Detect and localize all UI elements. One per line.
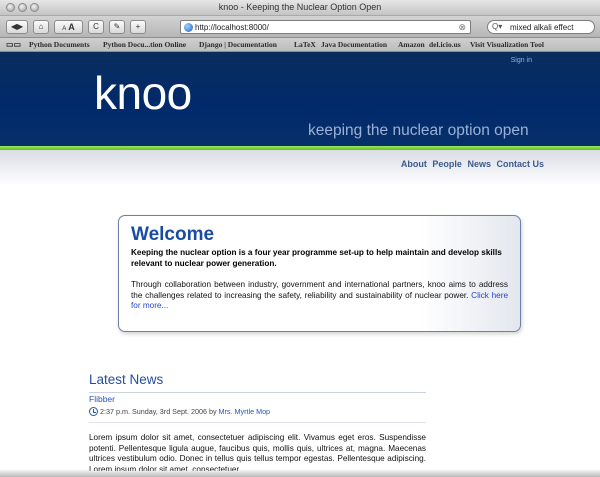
smaller-text-icon[interactable]: A <box>62 26 66 32</box>
nav-people[interactable]: People <box>432 159 462 169</box>
reload-button[interactable]: C <box>88 20 104 34</box>
home-icon: ⌂ <box>38 22 44 31</box>
back-forward-buttons[interactable]: ◀▶ <box>6 20 28 34</box>
welcome-body: Through collaboration between industry, … <box>131 280 508 312</box>
site-tagline: keeping the nuclear option open <box>308 122 529 139</box>
book-icon[interactable]: ▭▭ <box>6 40 21 49</box>
url-input[interactable] <box>195 21 455 33</box>
bookmark-item[interactable]: del.icio.us <box>429 40 461 49</box>
news-body: Lorem ipsum dolor sit amet, consectetuer… <box>89 433 426 471</box>
news-author-link[interactable]: Mrs. Myrtle Mop <box>219 407 271 416</box>
search-icon[interactable]: Q▾ <box>492 22 502 31</box>
welcome-heading: Welcome <box>131 224 215 245</box>
globe-icon <box>184 23 193 32</box>
reload-icon: C <box>93 22 99 31</box>
window-bottom-edge <box>0 469 600 477</box>
bookmark-item[interactable]: LaTeX <box>294 40 316 49</box>
welcome-body-text: Through collaboration between industry, … <box>131 280 508 300</box>
site-header: Sign in knoo keeping the nuclear option … <box>0 52 600 146</box>
welcome-lead: Keeping the nuclear option is a four yea… <box>131 248 502 268</box>
text-size-buttons[interactable]: A A <box>54 20 83 34</box>
news-divider <box>89 392 426 393</box>
address-bar[interactable]: ⊗ <box>180 20 471 34</box>
search-input[interactable] <box>510 21 594 33</box>
edit-button[interactable]: ✎ <box>109 20 125 34</box>
stop-icon[interactable]: ⊗ <box>458 22 466 33</box>
news-time: 2:37 p.m. Sunday, 3rd Sept. 2006 by <box>100 407 217 416</box>
bookmark-item[interactable]: Java Documentation <box>321 40 387 49</box>
forward-icon[interactable]: ▶ <box>17 22 23 31</box>
bookmark-item[interactable]: Visit Visualization Tool <box>470 40 544 49</box>
latest-news-heading: Latest News <box>89 372 164 387</box>
bookmark-item[interactable]: Python Docu...tion Online <box>103 40 186 49</box>
plus-icon: + <box>135 22 141 31</box>
bookmarks-bar: ▭▭ Python Documents Python Docu...tion O… <box>0 38 600 52</box>
window-title: knoo - Keeping the Nuclear Option Open <box>218 2 382 12</box>
site-logo[interactable]: knoo <box>94 70 192 116</box>
bookmark-item[interactable]: Django | Documentation <box>199 40 277 49</box>
news-item-title[interactable]: Flibber <box>89 394 115 404</box>
clock-icon <box>89 407 98 416</box>
bookmark-item[interactable]: Amazon <box>398 40 425 49</box>
home-button[interactable]: ⌂ <box>33 20 49 34</box>
nav-contact-us[interactable]: Contact Us <box>496 159 544 169</box>
news-meta: 2:37 p.m. Sunday, 3rd Sept. 2006 by Mrs.… <box>89 407 270 416</box>
bookmark-item[interactable]: Python Documents <box>29 40 90 49</box>
search-box[interactable]: Q▾ <box>487 20 595 34</box>
window-titlebar: knoo - Keeping the Nuclear Option Open <box>0 0 600 16</box>
nav-about[interactable]: About <box>401 159 427 169</box>
add-bookmark-button[interactable]: + <box>130 20 146 34</box>
pencil-icon: ✎ <box>113 22 121 31</box>
browser-toolbar: ◀▶ ⌂ A A C ✎ + ⊗ Q▾ <box>0 16 600 38</box>
nav-band: About People News Contact Us <box>0 150 600 186</box>
welcome-panel: Welcome Keeping the nuclear option is a … <box>118 215 521 332</box>
main-nav: About People News Contact Us <box>398 159 544 169</box>
news-item-divider <box>89 422 426 423</box>
sign-in-link[interactable]: Sign in <box>511 57 532 64</box>
larger-text-icon[interactable]: A <box>68 22 75 32</box>
nav-news[interactable]: News <box>467 159 491 169</box>
